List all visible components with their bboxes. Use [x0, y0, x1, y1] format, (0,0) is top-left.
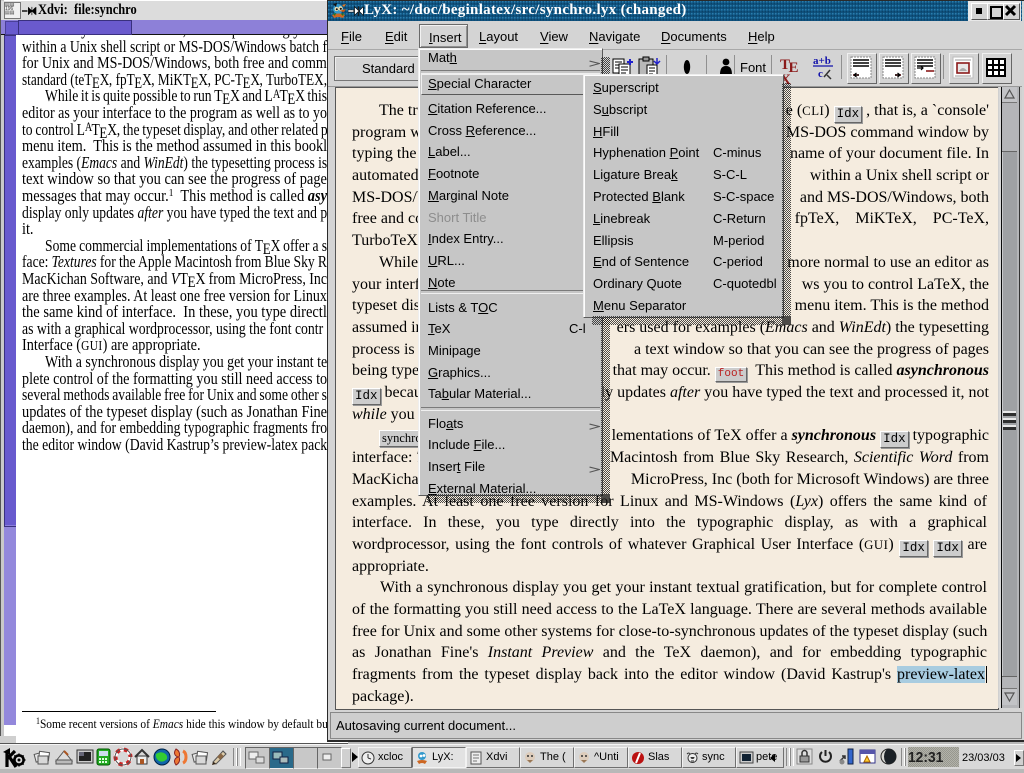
svg-text:c: c	[818, 68, 823, 80]
svg-text:a+b: a+b	[813, 55, 831, 67]
